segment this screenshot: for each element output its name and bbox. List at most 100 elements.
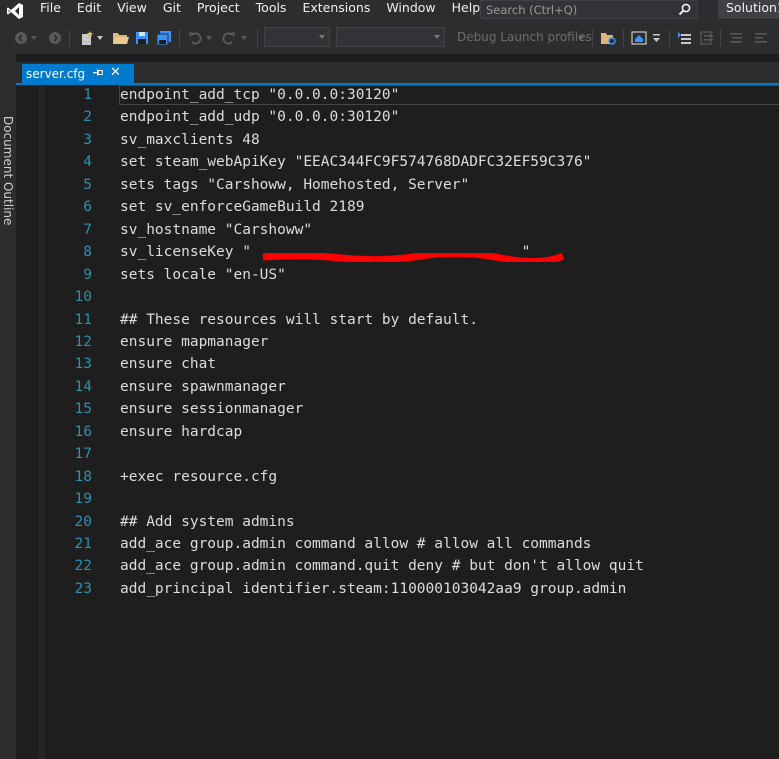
code-text[interactable]: ensure hardcap — [120, 422, 242, 442]
debug-profiles-dropdown-icon[interactable] — [578, 30, 584, 46]
line-number: 2 — [83, 109, 92, 126]
code-line[interactable]: 21 add_ace group.admin command allow # al… — [16, 534, 779, 556]
code-line[interactable]: 10 — [16, 287, 779, 309]
redaction-scribble — [261, 248, 565, 266]
code-text[interactable]: +exec resource.cfg — [120, 467, 277, 487]
step-into-icon[interactable] — [677, 30, 693, 46]
line-number: 19 — [74, 491, 92, 508]
new-project-dropdown-icon[interactable] — [97, 30, 103, 46]
code-line[interactable]: 22 add_ace group.admin command.quit deny … — [16, 556, 779, 578]
line-number: 3 — [83, 131, 92, 148]
uncomment-lines-icon[interactable] — [753, 30, 769, 46]
document-tab-bar: server.cfg ✕ — [16, 62, 779, 83]
code-line[interactable]: 4 set steam_webApiKey "EEAC344FC9F574768D… — [16, 152, 779, 174]
code-text[interactable]: ensure mapmanager — [120, 332, 268, 352]
toolbar-overflow-icon[interactable] — [653, 30, 660, 46]
code-text[interactable]: ## Add system admins — [120, 512, 295, 532]
pin-icon[interactable] — [92, 67, 103, 81]
code-line[interactable]: 7 sv_hostname "Carshoww" — [16, 220, 779, 242]
toolbar-separator — [623, 29, 624, 47]
redo-icon[interactable] — [222, 30, 236, 46]
code-line[interactable]: 5 sets tags "Carshoww, Homehosted, Server… — [16, 175, 779, 197]
code-line[interactable]: 13 ensure chat — [16, 354, 779, 376]
toolbar-separator — [669, 29, 670, 47]
tab-label: server.cfg — [26, 66, 86, 81]
debug-launch-profiles-button[interactable]: Debug Launch profiles — [457, 30, 592, 44]
solution-platform-dropdown[interactable] — [336, 27, 445, 47]
code-line[interactable]: 20 ## Add system admins — [16, 512, 779, 534]
line-number: 10 — [74, 289, 92, 306]
line-number: 11 — [74, 311, 92, 328]
undo-dropdown-icon[interactable] — [206, 30, 212, 46]
menu-item-edit[interactable]: Edit — [69, 0, 109, 22]
code-text[interactable]: sets tags "Carshoww, Homehosted, Server" — [120, 175, 469, 195]
code-text[interactable]: sv_maxclients 48 — [120, 130, 260, 150]
line-number: 20 — [74, 513, 92, 530]
redo-dropdown-icon[interactable] — [241, 30, 247, 46]
code-text[interactable]: endpoint_add_udp "0.0.0.0:30120" — [120, 107, 399, 127]
code-line[interactable]: 19 — [16, 489, 779, 511]
menu-item-file[interactable]: File — [32, 0, 69, 22]
back-dropdown-chevron-icon[interactable] — [31, 30, 37, 46]
save-icon[interactable] — [135, 30, 149, 46]
home-icon[interactable] — [631, 30, 647, 46]
code-line[interactable]: 15 ensure sessionmanager — [16, 399, 779, 421]
menu-item-project[interactable]: Project — [189, 0, 248, 22]
code-text[interactable]: add_ace group.admin command.quit deny # … — [120, 556, 644, 576]
code-text[interactable]: set steam_webApiKey "EEAC344FC9F574768DA… — [120, 152, 591, 172]
code-line[interactable]: 12 ensure mapmanager — [16, 332, 779, 354]
code-text[interactable]: set sv_enforceGameBuild 2189 — [120, 197, 364, 217]
menu-item-view[interactable]: View — [109, 0, 155, 22]
code-line[interactable]: 6 set sv_enforceGameBuild 2189 — [16, 197, 779, 219]
search-input[interactable] — [481, 1, 673, 18]
code-line[interactable]: 8 sv_licenseKey " " — [16, 242, 779, 266]
search-icon[interactable] — [678, 3, 691, 19]
document-outline-tab[interactable]: Document Outline — [1, 116, 15, 225]
code-text[interactable]: add_principal identifier.steam:110000103… — [120, 579, 626, 599]
format-document-icon[interactable] — [699, 30, 715, 46]
tab-server-cfg[interactable]: server.cfg ✕ — [22, 64, 134, 83]
menu-item-window[interactable]: Window — [378, 0, 443, 22]
save-all-icon[interactable] — [156, 30, 172, 46]
visual-studio-logo-icon[interactable] — [4, 0, 26, 22]
comment-lines-icon[interactable] — [728, 30, 744, 46]
toolbar-separator — [69, 29, 70, 47]
code-line[interactable]: 9 sets locale "en-US" — [16, 265, 779, 287]
code-text[interactable]: ensure sessionmanager — [120, 399, 303, 419]
line-number: 12 — [74, 333, 92, 350]
code-text[interactable]: ensure chat — [120, 354, 216, 374]
code-line[interactable]: 14 ensure spawnmanager — [16, 377, 779, 399]
line-number: 13 — [74, 356, 92, 373]
code-line[interactable]: 18 +exec resource.cfg — [16, 467, 779, 489]
code-line[interactable]: 16 ensure hardcap — [16, 422, 779, 444]
code-text[interactable]: endpoint_add_tcp "0.0.0.0:30120" — [120, 85, 399, 105]
folder-view-icon[interactable] — [600, 30, 617, 46]
undo-icon[interactable] — [188, 30, 202, 46]
menu-item-git[interactable]: Git — [155, 0, 189, 22]
navigate-forward-icon[interactable] — [48, 30, 62, 46]
close-icon[interactable]: ✕ — [110, 66, 121, 80]
line-number: 16 — [74, 423, 92, 440]
new-project-icon[interactable] — [79, 30, 95, 46]
code-line[interactable]: 1 endpoint_add_tcp "0.0.0.0:30120" — [16, 85, 779, 107]
open-folder-icon[interactable] — [112, 30, 129, 46]
code-line[interactable]: 23 add_principal identifier.steam:1100001… — [16, 579, 779, 601]
line-number: 22 — [74, 558, 92, 575]
search-box[interactable] — [480, 0, 698, 19]
code-line[interactable]: 17 — [16, 444, 779, 466]
menu-item-extensions[interactable]: Extensions — [294, 0, 378, 22]
menu-item-tools[interactable]: Tools — [248, 0, 295, 22]
line-number: 18 — [74, 468, 92, 485]
chevron-down-icon — [434, 35, 440, 39]
code-line[interactable]: 11 ## These resources will start by defau… — [16, 310, 779, 332]
code-line[interactable]: 2 endpoint_add_udp "0.0.0.0:30120" — [16, 107, 779, 129]
navigate-back-icon[interactable] — [14, 30, 28, 46]
code-text[interactable]: ensure spawnmanager — [120, 377, 286, 397]
code-text[interactable]: ## These resources will start by default… — [120, 310, 478, 330]
code-editor[interactable]: 1 endpoint_add_tcp "0.0.0.0:30120" 2 endpoi… — [16, 85, 779, 759]
code-text[interactable]: sets locale "en-US" — [120, 265, 286, 285]
code-line[interactable]: 3 sv_maxclients 48 — [16, 130, 779, 152]
code-text[interactable]: sv_hostname "Carshoww" — [120, 220, 312, 240]
solution-configuration-dropdown[interactable] — [264, 27, 330, 47]
code-text[interactable]: add_ace group.admin command allow # allo… — [120, 534, 591, 554]
